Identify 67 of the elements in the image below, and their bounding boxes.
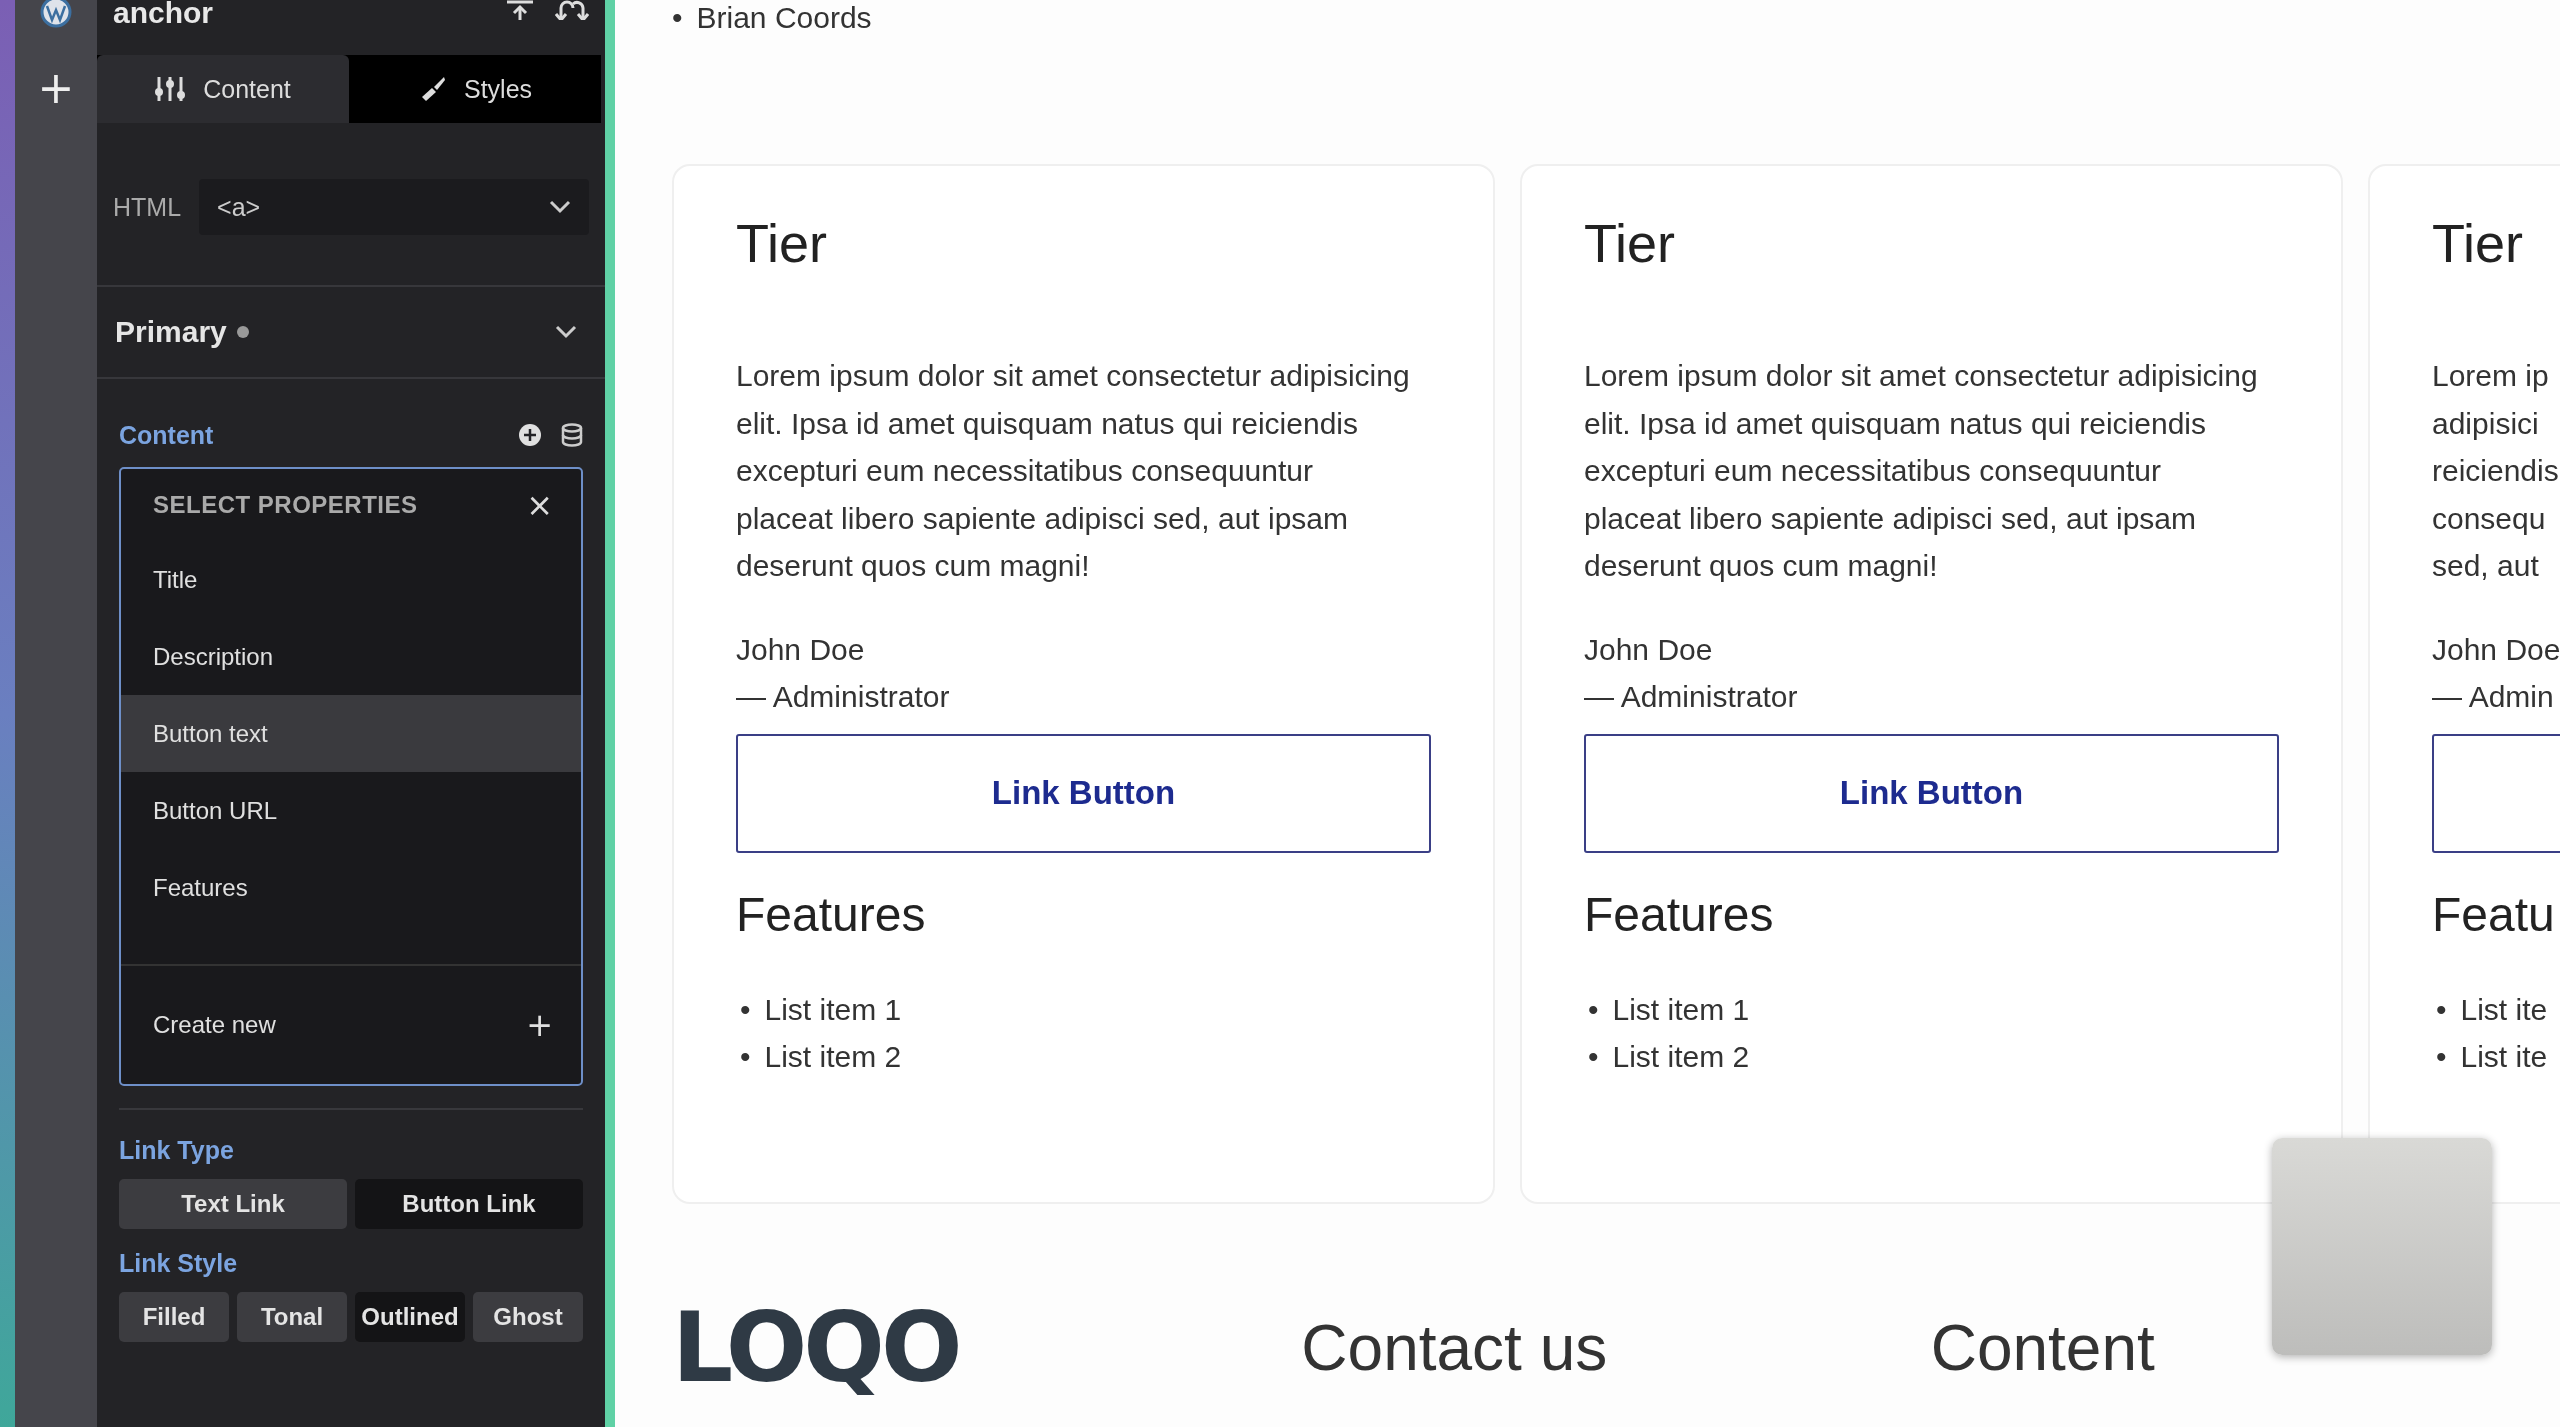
feature-item: List ite xyxy=(2460,991,2548,1028)
author-list-item: Brian Coords xyxy=(696,0,872,36)
link-type-option[interactable]: Text Link xyxy=(119,1179,347,1229)
property-option[interactable]: Description xyxy=(121,618,581,695)
author-role: — Administrator xyxy=(1584,678,1799,715)
author-role: — Admin xyxy=(2432,678,2555,715)
bullet-mark: • xyxy=(2436,991,2447,1028)
close-button[interactable]: × xyxy=(526,486,553,524)
dropdown-heading: SELECT PROPERTIES xyxy=(153,491,418,519)
chevron-icon xyxy=(555,325,577,339)
feature-item: List item 2 xyxy=(1612,1039,1750,1075)
bullet-mark: • xyxy=(740,991,751,1028)
content-label: Content xyxy=(119,420,214,450)
features-heading: Featu xyxy=(2432,886,2556,942)
logo: LOQO xyxy=(672,1292,960,1404)
wordpress-logo-icon[interactable] xyxy=(40,0,72,28)
chevron-down-icon xyxy=(549,200,571,214)
bullet-mark: • xyxy=(672,0,683,36)
link-type-option[interactable]: Button Link xyxy=(355,1179,583,1229)
card-description: Lorem ipsum dolor sit amet consectetur adipisicing elit. Ipsa id amet quisquam natus qui reiciendis excepturi eum necessitatibus consequuntur placeat libero sapiente adipisci sed, aut ipsam deserunt quos cum magni! xyxy=(736,358,1411,584)
link-button[interactable]: Link Button xyxy=(1584,733,2279,853)
feature-item: List item 1 xyxy=(764,991,902,1028)
card-title: Tier xyxy=(2432,212,2524,275)
section-title: Primary xyxy=(115,315,227,349)
link-type-label: Link Type xyxy=(119,1136,235,1165)
link-style-label: Link Style xyxy=(119,1249,239,1278)
author-name: John Doe xyxy=(1584,631,1714,668)
link-style-option[interactable]: Tonal xyxy=(237,1292,347,1342)
modified-dot xyxy=(236,326,249,338)
bullet-mark: • xyxy=(1588,991,1599,1028)
html-select[interactable]: <a> xyxy=(199,179,589,235)
swap-arrows-icon[interactable] xyxy=(555,0,589,20)
author-name: John Doe xyxy=(2432,631,2560,668)
add-circle-icon[interactable] xyxy=(519,424,541,446)
bullet-mark: • xyxy=(740,1039,751,1075)
property-option[interactable]: Features xyxy=(121,849,581,926)
panel-title: anchor xyxy=(113,0,214,30)
footer-heading: Content xyxy=(1930,1311,2156,1385)
card-description: Lorem ipsum dolor sit amet consectetur adipisicing elit. Ipsa id amet quisquam natus qui reiciendis excepturi eum necessitatibus consequuntur placeat libero sapiente adipisci sed, aut ipsam deserunt quos cum magni! xyxy=(1584,358,2259,584)
link-button[interactable]: Link Button xyxy=(736,733,1431,853)
link-style-option[interactable]: Ghost xyxy=(473,1292,583,1342)
bullet-mark: • xyxy=(1588,1039,1599,1075)
sliders-icon xyxy=(155,75,186,103)
property-option[interactable]: Button text xyxy=(121,695,581,772)
card-description: Lorem ip adipisici reiciendis consequ sed, aut xyxy=(2432,358,2560,584)
card-title: Tier xyxy=(1584,212,1676,275)
section-header[interactable]: Primary xyxy=(97,287,605,379)
feature-item: List ite xyxy=(2460,1039,2548,1075)
features-heading: Features xyxy=(1584,886,1775,942)
panel-tab[interactable]: Content xyxy=(97,55,349,123)
author-role: — Administrator xyxy=(736,678,951,715)
footer-heading: Contact us xyxy=(1301,1311,1609,1385)
features-heading: Features xyxy=(736,886,927,942)
create-new-option[interactable]: Create new + xyxy=(121,964,581,1084)
author-name: John Doe xyxy=(736,631,866,668)
bullet-mark: • xyxy=(2436,1039,2447,1075)
property-option[interactable]: Button URL xyxy=(121,772,581,849)
link-style-option[interactable]: Filled xyxy=(119,1292,229,1342)
database-icon[interactable] xyxy=(561,423,583,447)
pin-top-icon[interactable] xyxy=(505,0,535,20)
add-button[interactable]: + xyxy=(27,66,85,110)
feature-item: List item 2 xyxy=(764,1039,902,1075)
card-title: Tier xyxy=(736,212,828,275)
html-label: HTML xyxy=(113,192,182,222)
property-option[interactable]: Title xyxy=(121,541,581,618)
link-style-option[interactable]: Outlined xyxy=(355,1292,465,1342)
feature-item: List item 1 xyxy=(1612,991,1750,1028)
